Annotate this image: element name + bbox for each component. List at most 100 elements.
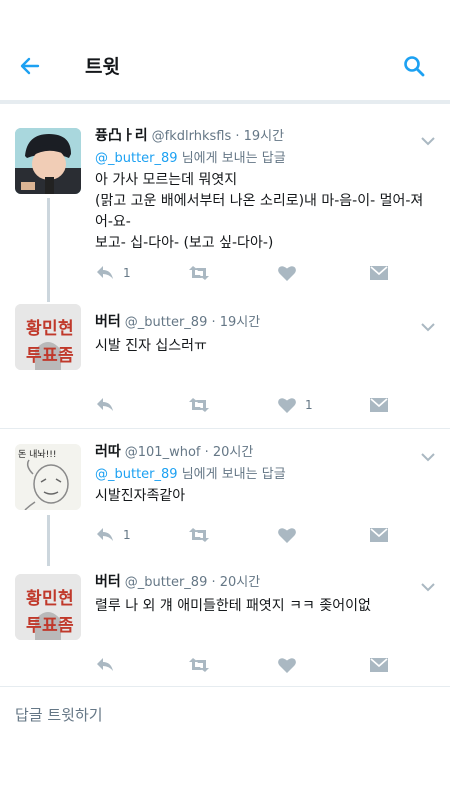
retweet-button[interactable] [188, 262, 210, 284]
tweet-text: 렬루 나 외 걔 애미들한테 패엿지 ㅋㅋ 좆어이없 [95, 598, 371, 614]
thread-line [47, 515, 50, 566]
reply-compose-input[interactable]: 답글 트윗하기 [15, 704, 103, 725]
tweet[interactable]: 황 민 현 투 표 좀 버터 @_butter_89 · 20시간 렬루 나 외 … [0, 566, 450, 686]
display-name[interactable]: 버터 [95, 314, 121, 330]
retweet-button[interactable] [188, 654, 210, 676]
handle[interactable]: @_butter_89 [125, 575, 208, 590]
thread-line [47, 198, 50, 288]
reply-count: 1 [123, 266, 131, 280]
tweet-actions: 1 [95, 262, 395, 284]
back-arrow-icon [20, 57, 40, 75]
reply-button[interactable] [95, 654, 123, 676]
avatar-photo [15, 128, 81, 194]
search-icon [404, 56, 425, 77]
chevron-down-icon [421, 453, 435, 462]
chevron-down-icon [421, 323, 435, 332]
tweet-content: 러따 @101_whof · 20시간 @_butter_89 님에게 보내는 답… [95, 442, 435, 507]
reply-to-link[interactable]: @_butter_89 [95, 467, 178, 482]
avatar-photo: 황 민 현 투 표 좀 [15, 574, 81, 640]
timestamp: · 20시간 [204, 445, 254, 460]
tweet-header: 러따 @101_whof · 20시간 [95, 442, 435, 462]
header-divider [0, 100, 450, 104]
heart-icon [278, 266, 296, 281]
handle[interactable]: @fkdlrhksfls [152, 129, 232, 144]
envelope-icon [370, 398, 388, 412]
avatar-text: 현 [58, 589, 74, 609]
envelope-icon [370, 658, 388, 672]
dm-button[interactable] [369, 654, 389, 676]
display-name[interactable]: 러따 [95, 444, 121, 460]
tweet-actions: 1 [95, 524, 395, 546]
compose-divider [0, 686, 450, 687]
retweet-icon [189, 528, 209, 542]
handle[interactable]: @101_whof [125, 445, 201, 460]
top-bar: 트윗 [0, 0, 450, 100]
like-button[interactable] [277, 654, 305, 676]
display-name[interactable]: 버터 [95, 574, 121, 590]
reply-icon [97, 266, 113, 279]
avatar-text: 좀 [58, 616, 74, 636]
retweet-icon [189, 658, 209, 672]
reply-context: @_butter_89 님에게 보내는 답글 [95, 150, 435, 168]
chevron-down-icon [421, 137, 435, 146]
avatar-text: 표 [42, 616, 58, 636]
reply-button[interactable]: 1 [95, 524, 131, 546]
like-button[interactable] [277, 262, 305, 284]
avatar-text: 현 [58, 319, 74, 339]
tweet-text: 시발 진자 십스러ㅠ [95, 338, 207, 354]
search-button[interactable] [398, 50, 430, 82]
retweet-icon [189, 266, 209, 280]
heart-icon [278, 398, 296, 413]
avatar-text: 좀 [58, 346, 74, 366]
tweet-header: 퓽凸ㅏ리 @fkdlrhksfls · 19시간 [95, 126, 435, 146]
chevron-down-icon [421, 583, 435, 592]
reply-count: 1 [123, 528, 131, 542]
tweet[interactable]: 돈 내놔!!! 러따 @101_whof · 20시간 @_butter_89 님… [0, 429, 450, 566]
more-menu-button[interactable] [420, 132, 436, 146]
avatar-text: 돈 내놔!!! [18, 449, 57, 460]
like-count: 1 [305, 398, 313, 412]
tweet[interactable]: 퓽凸ㅏ리 @fkdlrhksfls · 19시간 @_butter_89 님에게 … [0, 112, 450, 288]
back-button[interactable] [14, 50, 46, 82]
tweet-text: 아 가사 모르는데 뭐엿지 (맑고 고운 배에서부터 나온 소리로)내 마-음-… [95, 172, 424, 251]
avatar[interactable] [15, 128, 81, 194]
retweet-button[interactable] [188, 394, 210, 416]
heart-icon [278, 658, 296, 673]
retweet-button[interactable] [188, 524, 210, 546]
avatar-text: 황 [26, 589, 42, 609]
like-button[interactable]: 1 [277, 394, 313, 416]
more-menu-button[interactable] [420, 448, 436, 462]
reply-context: @_butter_89 님에게 보내는 답글 [95, 466, 435, 484]
tweet-content: 버터 @_butter_89 · 19시간 시발 진자 십스러ㅠ [95, 312, 435, 357]
reply-to-link[interactable]: @_butter_89 [95, 151, 178, 166]
retweet-icon [189, 398, 209, 412]
reply-button[interactable]: 1 [95, 262, 131, 284]
reply-icon [97, 528, 113, 541]
envelope-icon [370, 266, 388, 280]
handle[interactable]: @_butter_89 [125, 315, 208, 330]
dm-button[interactable] [369, 394, 389, 416]
heart-icon [278, 528, 296, 543]
page-title: 트윗 [85, 56, 120, 78]
more-menu-button[interactable] [420, 318, 436, 332]
tweet-header: 버터 @_butter_89 · 19시간 [95, 312, 435, 332]
avatar[interactable]: 돈 내놔!!! [15, 444, 81, 510]
dm-button[interactable] [369, 262, 389, 284]
display-name[interactable]: 퓽凸ㅏ리 [95, 128, 148, 144]
avatar-text: 황 [26, 319, 42, 339]
tweet-actions: 1 [95, 394, 395, 416]
avatar[interactable]: 황 민 현 투 표 좀 [15, 304, 81, 370]
reply-button[interactable] [95, 394, 123, 416]
more-menu-button[interactable] [420, 578, 436, 592]
tweet-text: 시발진자족같아 [95, 488, 186, 504]
avatar-photo: 돈 내놔!!! [15, 444, 81, 510]
tweet-actions [95, 654, 395, 676]
dm-button[interactable] [369, 524, 389, 546]
thread-line [47, 288, 50, 302]
avatar[interactable]: 황 민 현 투 표 좀 [15, 574, 81, 640]
avatar-text: 투 [26, 616, 42, 636]
tweet[interactable]: 황 민 현 투 표 좀 버터 @_butter_89 · 19시간 시발 진자 십… [0, 288, 450, 428]
timestamp: · 19시간 [235, 129, 285, 144]
like-button[interactable] [277, 524, 305, 546]
reply-icon [97, 398, 113, 411]
